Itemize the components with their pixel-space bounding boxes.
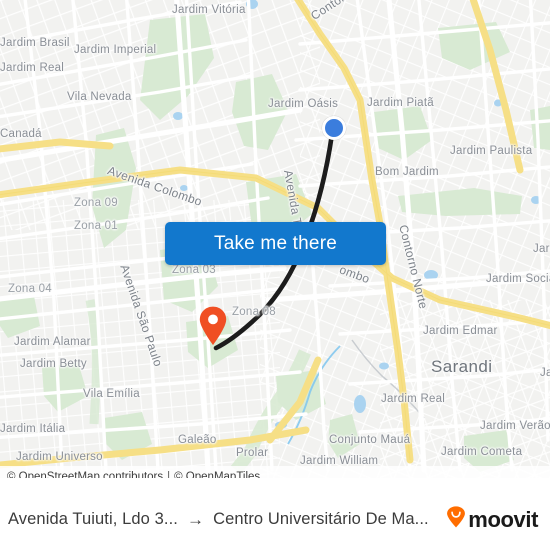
route-origin-label: Avenida Tuiuti, Ldo 3...	[8, 510, 178, 528]
moovit-wordmark: moovit	[468, 506, 538, 532]
origin-dot-marker[interactable]	[322, 116, 346, 140]
attribution-separator: |	[167, 471, 171, 478]
route-summary[interactable]: Avenida Tuiuti, Ldo 3... → Centro Univer…	[8, 510, 429, 530]
destination-pin-marker[interactable]	[198, 306, 228, 346]
osm-attribution[interactable]: © OpenStreetMap contributors	[7, 471, 163, 478]
arrow-right-icon: →	[186, 509, 205, 529]
openmaptiles-attribution[interactable]: © OpenMapTiles	[174, 471, 260, 478]
route-footer-bar: Avenida Tuiuti, Ldo 3... → Centro Univer…	[0, 488, 550, 550]
moovit-map-screen: Jardim Vitória Jardim Brasil Jardim Imperi…	[0, 0, 550, 550]
map-attribution: © OpenStreetMap contributors | © OpenMap…	[0, 466, 550, 478]
take-me-there-button[interactable]: Take me there	[165, 222, 386, 265]
route-destination-label: Centro Universitário De Ma...	[213, 510, 429, 528]
map-canvas[interactable]: Jardim Vitória Jardim Brasil Jardim Imperi…	[0, 0, 550, 478]
moovit-logo[interactable]: moovit	[446, 506, 538, 533]
moovit-pin-icon	[446, 506, 466, 533]
